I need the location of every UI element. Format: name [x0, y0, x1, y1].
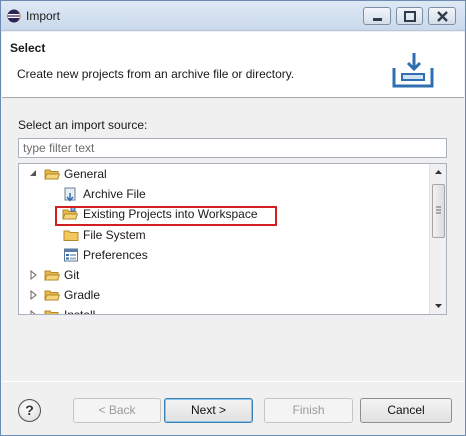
tree-item-label: Gradle — [64, 288, 101, 302]
footer-divider — [2, 381, 464, 382]
next-button[interactable]: Next > — [164, 398, 253, 423]
maximize-icon — [404, 11, 416, 22]
page-description: Create new projects from an archive file… — [17, 67, 295, 81]
collapsed-arrow-icon — [30, 289, 37, 301]
tree-scrollbar[interactable] — [429, 164, 446, 314]
folder-open-icon — [44, 310, 59, 314]
tree-item-label: General — [64, 167, 107, 181]
expanded-arrow-icon — [30, 170, 36, 176]
window-title: Import — [26, 9, 61, 23]
tree-item-label: File System — [83, 228, 146, 242]
selection-highlight — [55, 206, 277, 226]
tree-item-install[interactable]: Install — [19, 306, 419, 315]
folder-open-icon — [44, 169, 60, 180]
tree-item-archive-file[interactable]: Archive File — [19, 185, 419, 203]
folder-open-icon — [44, 270, 60, 281]
filter-input[interactable] — [18, 138, 447, 158]
tree-item-label: Archive File — [83, 187, 146, 201]
back-button[interactable]: < Back — [73, 398, 161, 423]
collapsed-arrow-icon — [30, 309, 36, 314]
scroll-down-icon[interactable] — [430, 298, 447, 314]
tree-item-git[interactable]: Git — [19, 266, 419, 284]
grip-icon — [436, 206, 441, 214]
minimize-button[interactable] — [363, 7, 391, 25]
archive-file-icon — [64, 187, 76, 202]
collapsed-arrow-icon — [30, 269, 37, 281]
tree-item-label: Preferences — [83, 248, 148, 262]
import-wizard-icon — [392, 53, 434, 88]
close-icon — [437, 11, 448, 22]
scroll-thumb[interactable] — [432, 184, 445, 238]
close-button[interactable] — [428, 7, 456, 25]
page-title: Select — [10, 41, 46, 55]
tree-item-label: Git — [64, 268, 80, 282]
tree-item-label: Install — [64, 308, 96, 315]
tree-item-preferences[interactable]: Preferences — [19, 246, 419, 264]
tree-item-file-system[interactable]: File System — [19, 226, 419, 244]
wizard-header: Select Create new projects from an archi… — [2, 32, 464, 98]
preferences-icon — [64, 248, 78, 262]
folder-open-icon — [44, 290, 60, 301]
folder-icon — [63, 230, 79, 241]
import-dialog: Import Select Create new projects from a… — [0, 0, 466, 436]
tree-item-general[interactable]: General — [19, 165, 419, 183]
maximize-button[interactable] — [396, 7, 423, 25]
scroll-up-icon[interactable] — [430, 164, 447, 180]
eclipse-icon — [7, 9, 21, 23]
title-bar[interactable]: Import — [1, 1, 465, 31]
cancel-button[interactable]: Cancel — [360, 398, 452, 423]
tree-item-gradle[interactable]: Gradle — [19, 286, 419, 304]
import-source-label: Select an import source: — [18, 118, 148, 132]
import-source-tree: General Archive File Existing Projects i… — [18, 163, 447, 315]
minimize-icon — [373, 18, 382, 21]
finish-button[interactable]: Finish — [264, 398, 353, 423]
help-button[interactable]: ? — [18, 399, 41, 422]
